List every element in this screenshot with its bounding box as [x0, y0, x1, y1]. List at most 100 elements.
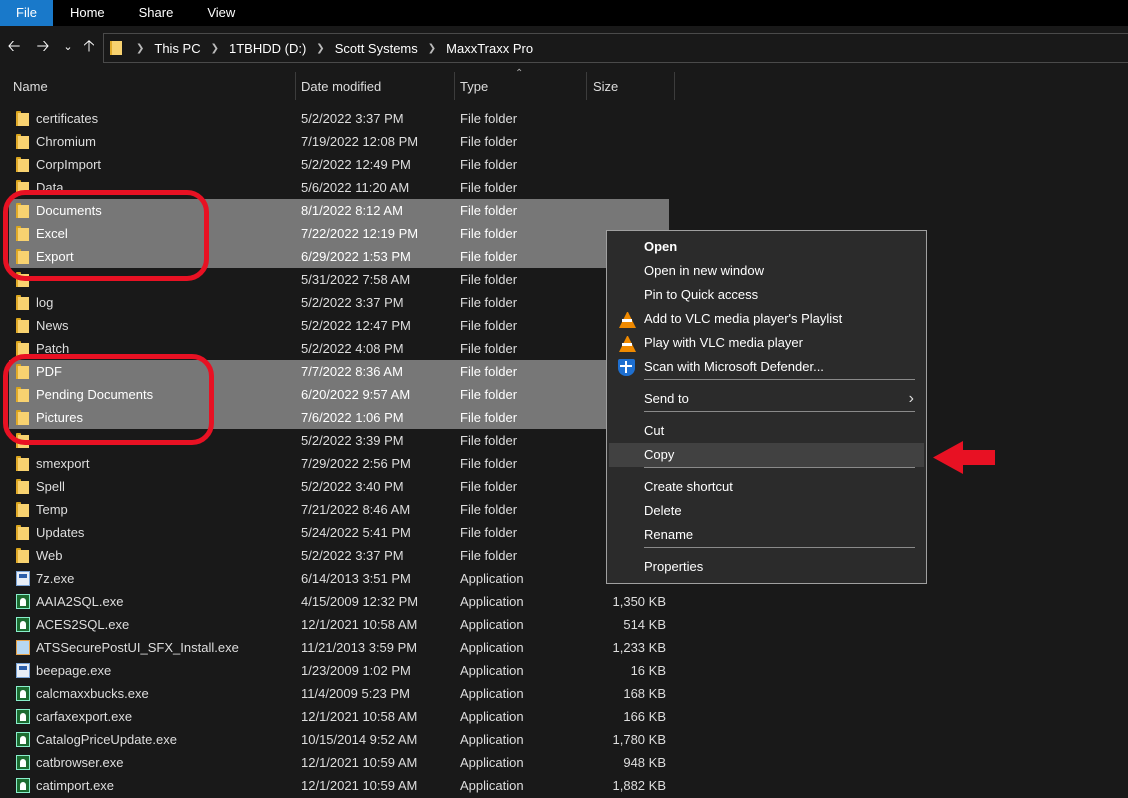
up-arrow-icon[interactable]: 🡡	[78, 36, 100, 58]
file-row[interactable]: carfaxexport.exe 12/1/2021 10:58 AM Applic…	[9, 705, 669, 728]
folder-icon	[16, 548, 29, 563]
file-name: log	[36, 295, 54, 310]
menu-separator	[644, 467, 915, 468]
menu-item-label: Scan with Microsoft Defender...	[644, 359, 824, 374]
recent-locations-chevron-icon[interactable]: ⌄	[57, 36, 79, 58]
file-type: Application	[460, 686, 524, 701]
menu-item-open-in-new-window[interactable]: Open in new window	[609, 259, 924, 283]
file-row[interactable]: catimport.exe 12/1/2021 10:59 AM Applicati…	[9, 774, 669, 797]
menu-item-add-to-vlc-media-player-s-playlist[interactable]: Add to VLC media player's Playlist	[609, 307, 924, 331]
file-row[interactable]: Updates 5/24/2022 5:41 PM File folder	[9, 521, 669, 544]
application-icon	[16, 778, 30, 793]
file-name: beepage.exe	[36, 663, 112, 678]
menu-item-create-shortcut[interactable]: Create shortcut	[609, 475, 924, 499]
breadcrumb-chevron-icon[interactable]: ❯	[428, 43, 436, 54]
file-row[interactable]: News 5/2/2022 12:47 PM File folder	[9, 314, 669, 337]
column-header-size[interactable]: Size	[580, 72, 675, 102]
file-row[interactable]: catbrowser.exe 12/1/2021 10:59 AM Applicat…	[9, 751, 669, 774]
address-bar[interactable]: ❯ This PC ❯ 1TBHDD (D:) ❯ Scott Systems …	[103, 33, 1128, 63]
file-row[interactable]: CatalogPriceUpdate.exe 10/15/2014 9:52 AM…	[9, 728, 669, 751]
folder-icon	[16, 456, 29, 471]
file-type: File folder	[460, 157, 518, 172]
file-name: Spell	[36, 479, 65, 494]
menu-item-label: Delete	[644, 503, 682, 518]
menu-item-delete[interactable]: Delete	[609, 499, 924, 523]
installer-icon	[16, 640, 30, 655]
file-row[interactable]: smexport 7/29/2022 2:56 PM File folder	[9, 452, 669, 475]
file-name: 7z.exe	[36, 571, 75, 586]
menu-item-scan-with-microsoft-defender[interactable]: Scan with Microsoft Defender...	[609, 355, 924, 379]
menu-item-rename[interactable]: Rename	[609, 523, 924, 547]
breadcrumb-drive[interactable]: 1TBHDD (D:)	[229, 41, 306, 56]
column-header-name[interactable]: Name	[0, 72, 295, 102]
file-row[interactable]: calcmaxxbucks.exe 11/4/2009 5:23 PM Applic…	[9, 682, 669, 705]
file-row[interactable]: CorpImport 5/2/2022 12:49 PM File folder	[9, 153, 669, 176]
annotation-oval	[3, 190, 209, 281]
menu-item-play-with-vlc-media-player[interactable]: Play with VLC media player	[609, 331, 924, 355]
menu-item-properties[interactable]: Properties	[609, 555, 924, 579]
breadcrumb-this-pc[interactable]: This PC	[154, 41, 200, 56]
file-date-modified: 6/29/2022 1:53 PM	[301, 249, 411, 264]
breadcrumb-scott-systems[interactable]: Scott Systems	[335, 41, 418, 56]
menu-item-send-to[interactable]: Send to ›	[609, 387, 924, 411]
file-date-modified: 6/14/2013 3:51 PM	[301, 571, 411, 586]
red-arrow-icon	[933, 441, 995, 474]
navigation-bar: 🡠 🡢 ⌄ 🡡 ❯ This PC ❯ 1TBHDD (D:) ❯ Scott …	[0, 30, 1128, 66]
ribbon-tab-home[interactable]: Home	[53, 0, 122, 26]
file-date-modified: 5/2/2022 3:39 PM	[301, 433, 404, 448]
file-name: ATSSecurePostUI_SFX_Install.exe	[36, 640, 239, 655]
menu-item-copy[interactable]: Copy	[609, 443, 924, 467]
application-icon	[16, 663, 30, 678]
file-type: File folder	[460, 433, 518, 448]
ribbon-tab-view[interactable]: View	[190, 0, 252, 26]
ribbon-tab-share[interactable]: Share	[122, 0, 191, 26]
vlc-icon	[619, 335, 636, 352]
breadcrumb-chevron-icon[interactable]: ❯	[316, 43, 324, 54]
back-arrow-icon[interactable]: 🡠	[3, 36, 25, 58]
file-row[interactable]: ACES2SQL.exe 12/1/2021 10:58 AM Applicatio…	[9, 613, 669, 636]
file-date-modified: 12/1/2021 10:59 AM	[301, 755, 418, 770]
file-type: File folder	[460, 341, 518, 356]
menu-item-label: Open	[644, 239, 678, 254]
menu-item-label: Add to VLC media player's Playlist	[644, 311, 843, 326]
file-name: Updates	[36, 525, 85, 540]
file-date-modified: 5/2/2022 3:37 PM	[301, 111, 404, 126]
file-size: 1,780 KB	[612, 732, 667, 747]
file-date-modified: 5/6/2022 11:20 AM	[301, 180, 410, 195]
menu-item-open[interactable]: Open	[609, 235, 924, 259]
file-row[interactable]: ATSSecurePostUI_SFX_Install.exe 11/21/201…	[9, 636, 669, 659]
file-row[interactable]: 7z.exe 6/14/2013 3:51 PM Application	[9, 567, 669, 590]
file-size: 166 KB	[623, 709, 666, 724]
file-size	[589, 153, 666, 176]
ribbon-tab-file[interactable]: File	[0, 0, 53, 26]
file-type: File folder	[460, 525, 518, 540]
breadcrumb-maxxtraxx-pro[interactable]: MaxxTraxx Pro	[446, 41, 533, 56]
file-date-modified: 5/2/2022 12:49 PM	[301, 157, 411, 172]
file-row[interactable]: Spell 5/2/2022 3:40 PM File folder	[9, 475, 669, 498]
menu-separator	[644, 547, 915, 548]
forward-arrow-icon[interactable]: 🡢	[32, 36, 54, 58]
file-size: 168 KB	[623, 686, 666, 701]
menu-item-pin-to-quick-access[interactable]: Pin to Quick access	[609, 283, 924, 307]
file-row[interactable]: Temp 7/21/2022 8:46 AM File folder	[9, 498, 669, 521]
breadcrumb-chevron-icon[interactable]: ❯	[211, 43, 219, 54]
column-divider[interactable]	[674, 72, 675, 100]
file-name: calcmaxxbucks.exe	[36, 686, 149, 701]
file-size	[589, 130, 666, 153]
file-name: CatalogPriceUpdate.exe	[36, 732, 177, 747]
application-icon	[16, 732, 30, 747]
application-icon	[16, 686, 30, 701]
file-row[interactable]: Web 5/2/2022 3:37 PM File folder	[9, 544, 669, 567]
file-type: File folder	[460, 318, 518, 333]
file-row[interactable]: beepage.exe 1/23/2009 1:02 PM Application 1…	[9, 659, 669, 682]
file-row[interactable]: log 5/2/2022 3:37 PM File folder	[9, 291, 669, 314]
file-row[interactable]: Chromium 7/19/2022 12:08 PM File folder	[9, 130, 669, 153]
column-header-date[interactable]: Date modified	[288, 72, 448, 102]
file-row[interactable]: AAIA2SQL.exe 4/15/2009 12:32 PM Applicatio…	[9, 590, 669, 613]
application-icon	[16, 594, 30, 609]
file-row[interactable]: certificates 5/2/2022 3:37 PM File folder	[9, 107, 669, 130]
file-size: 948 KB	[623, 755, 666, 770]
menu-item-cut[interactable]: Cut	[609, 419, 924, 443]
file-date-modified: 7/21/2022 8:46 AM	[301, 502, 411, 517]
file-date-modified: 5/2/2022 3:37 PM	[301, 548, 404, 563]
